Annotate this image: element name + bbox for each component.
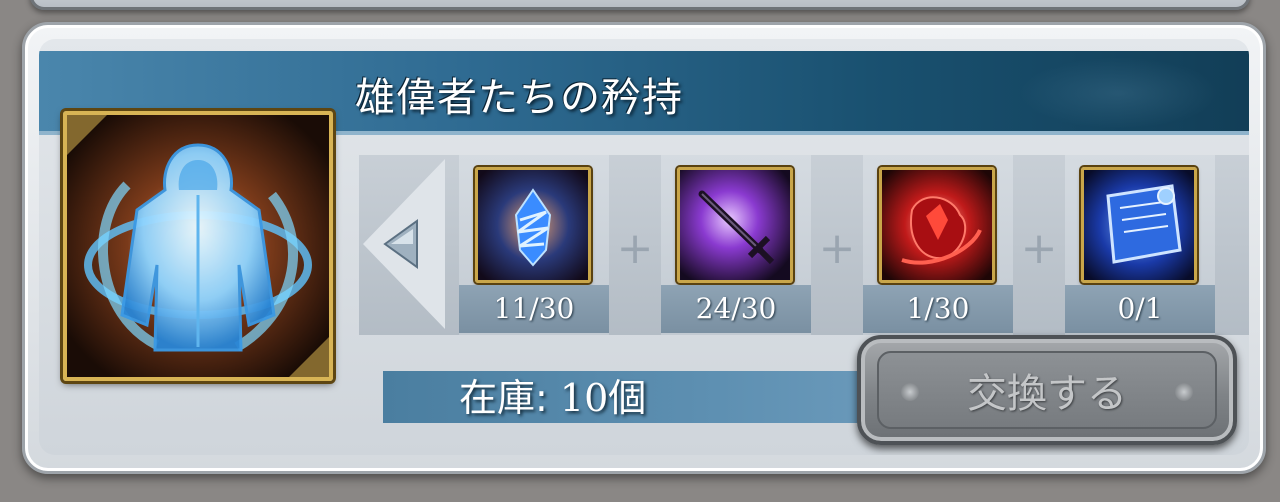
exchange-button-label: 交換する [967, 371, 1127, 417]
dark-sword-icon [680, 170, 790, 280]
stock-value: 10個 [559, 376, 647, 420]
plus-icon: + [818, 223, 856, 274]
stock-display: 在庫: 10個 [459, 375, 646, 421]
material-icon-2[interactable] [677, 167, 793, 283]
stock-label: 在庫: [459, 376, 548, 420]
material-icon-1[interactable] [475, 167, 591, 283]
red-flame-gem-icon [882, 170, 992, 280]
previous-card-edge [30, 0, 1250, 10]
material-icon-3[interactable] [879, 167, 995, 283]
item-title: 雄偉者たちの矜持 [355, 75, 683, 121]
blue-scroll-icon [1084, 170, 1194, 280]
plus-icon: + [616, 223, 654, 274]
blue-crystal-icon [478, 170, 588, 280]
exchange-button[interactable]: 交換する [857, 335, 1237, 445]
left-arrow-icon [363, 159, 445, 329]
exchange-item-card: 雄偉者たちの矜持 11/30 + 24/30 + 1/30 + 0/1 在庫: … [22, 22, 1266, 474]
item-icon[interactable] [63, 111, 333, 381]
plus-icon: + [1020, 223, 1058, 274]
material-count-4: 0/1 [1065, 285, 1215, 333]
card-inner: 雄偉者たちの矜持 11/30 + 24/30 + 1/30 + 0/1 在庫: … [39, 39, 1249, 455]
material-count-2: 24/30 [661, 285, 811, 333]
blue-hooded-robe-icon [67, 115, 329, 377]
material-count-3: 1/30 [863, 285, 1013, 333]
material-icon-4[interactable] [1081, 167, 1197, 283]
material-count-1: 11/30 [459, 285, 609, 333]
